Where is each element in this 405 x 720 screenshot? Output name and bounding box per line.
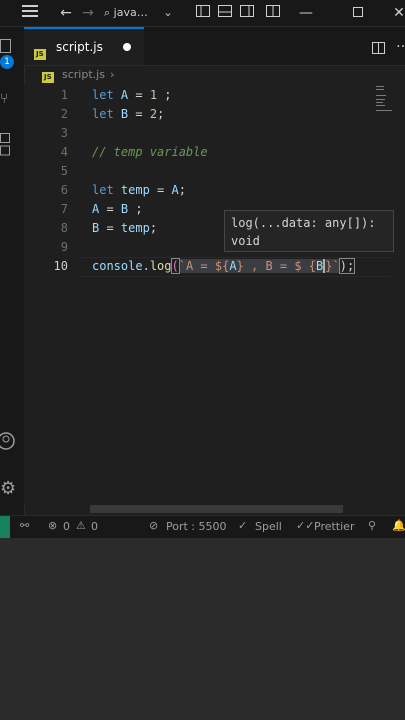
menu-icon[interactable]	[18, 0, 42, 26]
split-editor-icon[interactable]	[372, 39, 385, 58]
port-icon: ⊘	[149, 519, 159, 532]
error-count[interactable]: 0	[63, 520, 70, 533]
breadcrumb-file[interactable]: script.js	[62, 68, 105, 81]
breadcrumb-separator: ›	[110, 68, 115, 81]
settings-gear-icon[interactable]: ⚙	[0, 479, 16, 499]
code-line-7[interactable]: A = B ;	[92, 202, 143, 216]
maximize-icon[interactable]	[348, 0, 368, 26]
code-line-10[interactable]: console.log(`A = ${A} , B = $ {B}`);	[92, 258, 356, 274]
bracket-match: (	[170, 258, 180, 274]
code-line-4[interactable]: // temp variable	[92, 145, 208, 159]
remote-indicator[interactable]	[0, 516, 10, 538]
js-file-icon: JS	[34, 49, 46, 60]
extensions-icon[interactable]	[0, 133, 12, 161]
line-number: 1	[60, 88, 68, 102]
prettier-status[interactable]: Prettier	[314, 520, 354, 533]
code-line-1[interactable]: let A = 1 ;	[92, 88, 172, 102]
breadcrumb-js-icon: JS	[42, 72, 54, 83]
breadcrumb: JS script.js ›	[24, 66, 405, 84]
search-icon: ⌕	[104, 6, 111, 19]
close-window-icon[interactable]: ✕	[392, 0, 405, 26]
toggle-panel-icon[interactable]	[216, 0, 234, 26]
port-status[interactable]: Port : 5500	[166, 520, 227, 533]
warning-count[interactable]: 0	[91, 520, 98, 533]
status-bar: ⚯ ⊗ 0 ⚠ 0 ⊘ Port : 5500 ✓ Spell ✓✓ Prett…	[0, 515, 405, 538]
tab-label: script.js	[56, 40, 103, 54]
hover-tooltip: log(...data: any[]): void	[224, 210, 394, 252]
spell-status[interactable]: Spell	[255, 520, 282, 533]
prettier-icon: ✓✓	[296, 519, 315, 532]
spell-check-icon: ✓	[238, 519, 248, 532]
tab-script-js[interactable]: JS script.js	[24, 27, 144, 65]
account-icon[interactable]	[0, 431, 16, 455]
line-number: 4	[60, 145, 68, 159]
more-actions-icon[interactable]: …	[396, 35, 405, 51]
code-line-2[interactable]: let B = 2;	[92, 107, 164, 121]
line-number: 2	[60, 107, 68, 121]
notifications-bell-icon[interactable]: 🔔	[392, 519, 405, 532]
lower-panel	[0, 538, 405, 720]
tooltip-signature: log(...data: any[]):	[231, 216, 376, 230]
error-icon[interactable]: ⊗	[48, 519, 57, 532]
back-arrow-icon[interactable]: ←	[56, 0, 76, 26]
notification-badge: 1	[0, 55, 14, 69]
toggle-secondary-sidebar-icon[interactable]	[238, 0, 256, 26]
minimap[interactable]	[376, 84, 394, 114]
search-text: java…	[113, 6, 148, 19]
live-share-icon[interactable]: ⚯	[20, 519, 29, 532]
line-number: 6	[60, 183, 68, 197]
tooltip-return-type: void	[231, 234, 260, 248]
unsaved-dot-icon[interactable]	[123, 43, 131, 51]
horizontal-scrollbar[interactable]	[90, 505, 343, 513]
forward-arrow-icon[interactable]: →	[78, 0, 98, 26]
line-number: 5	[60, 164, 68, 178]
minimize-icon[interactable]: —	[296, 0, 316, 26]
template-literal: `A = ${A} , B = $ {B}`	[178, 259, 340, 273]
activity-bar: 1 ⑂ ⚙	[0, 27, 25, 517]
code-line-8[interactable]: B = temp;	[92, 221, 157, 235]
line-number: 9	[60, 240, 68, 254]
accounts-icon[interactable]: ⚲	[368, 519, 376, 532]
chevron-down-icon[interactable]: ⌄	[158, 0, 178, 26]
customize-layout-icon[interactable]	[264, 0, 282, 26]
warning-icon[interactable]: ⚠	[76, 519, 86, 532]
tab-bar: JS script.js …	[24, 27, 405, 66]
line-number-current: 10	[53, 259, 68, 273]
toggle-sidebar-icon[interactable]	[194, 0, 212, 26]
source-control-icon[interactable]: ⑂	[0, 91, 8, 107]
line-number: 3	[60, 126, 68, 140]
code-editor[interactable]	[24, 84, 405, 504]
line-number: 8	[60, 221, 68, 235]
title-bar: ← → ⌕ java… ⌄ — ✕	[0, 0, 405, 27]
line-number: 7	[60, 202, 68, 216]
code-line-6[interactable]: let temp = A;	[92, 183, 186, 197]
